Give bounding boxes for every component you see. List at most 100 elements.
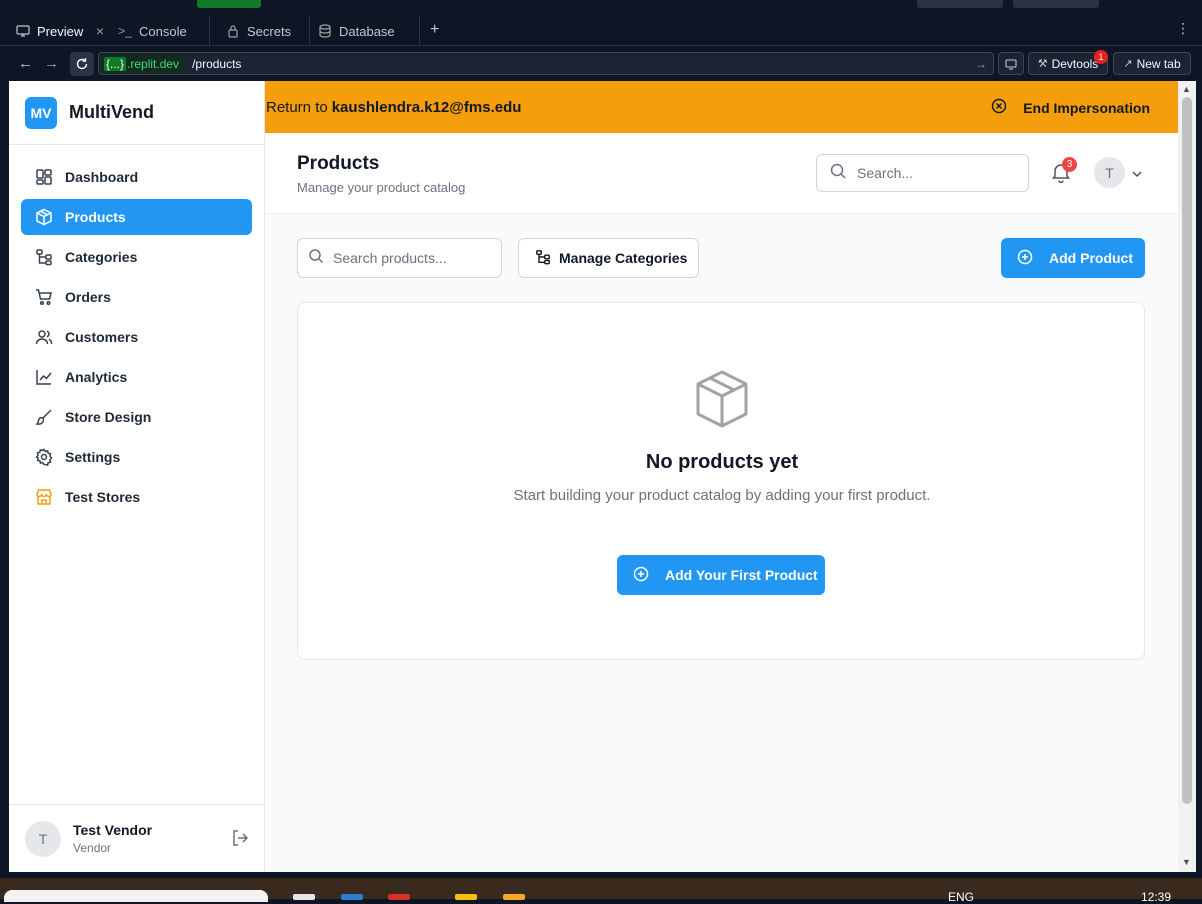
- empty-state-description: Start building your product catalog by a…: [513, 487, 931, 504]
- sidebar-item-orders[interactable]: Orders: [21, 279, 252, 315]
- close-circle-icon: [991, 98, 1007, 117]
- monitor-icon: [16, 24, 30, 38]
- manage-categories-button[interactable]: Manage Categories: [518, 238, 699, 278]
- address-field[interactable]: {...} .replit.dev /products →: [98, 52, 994, 75]
- run-button[interactable]: [197, 0, 261, 8]
- database-icon: [318, 24, 332, 38]
- forward-arrow-icon[interactable]: →: [44, 55, 59, 72]
- more-options-icon[interactable]: ⋮: [1176, 20, 1190, 37]
- dashboard-icon: [35, 168, 53, 186]
- box-icon: [694, 369, 750, 434]
- clock[interactable]: 12:39: [1141, 890, 1171, 904]
- top-pill[interactable]: [917, 0, 1003, 8]
- taskbar-app[interactable]: [455, 894, 477, 900]
- go-arrow-icon[interactable]: →: [975, 57, 987, 71]
- sidebar-item-label: Products: [65, 209, 126, 225]
- sidebar-menu: Dashboard Products Categories Orders Cus…: [9, 145, 264, 515]
- impersonation-banner: Return to kaushlendra.k12@fms.edu End Im…: [265, 81, 1178, 133]
- screen-icon: [1005, 58, 1017, 70]
- url-bar: ← → {...} .replit.dev /products → ⚒ Devto…: [0, 47, 1202, 80]
- sidebar-item-categories[interactable]: Categories: [21, 239, 252, 275]
- category-tree-icon: [35, 248, 53, 266]
- end-impersonation-button[interactable]: End Impersonation: [991, 98, 1150, 117]
- taskbar-search[interactable]: [4, 890, 268, 902]
- store-icon: [35, 488, 53, 506]
- sidebar-item-settings[interactable]: Settings: [21, 439, 252, 475]
- sidebar-item-test-stores[interactable]: Test Stores: [21, 479, 252, 515]
- header-search-input[interactable]: Search...: [816, 154, 1029, 192]
- terminal-icon: >_: [118, 24, 132, 38]
- scroll-down-icon[interactable]: ▼: [1182, 857, 1191, 867]
- brand[interactable]: MV MultiVend: [9, 81, 264, 145]
- scroll-up-icon[interactable]: ▲: [1182, 84, 1191, 94]
- external-link-icon: ↗: [1123, 58, 1133, 70]
- top-pill[interactable]: [1013, 0, 1099, 8]
- user-role: Vendor: [73, 841, 112, 855]
- sidebar-item-label: Categories: [65, 249, 138, 265]
- tab-preview[interactable]: Preview ×: [0, 16, 110, 46]
- avatar[interactable]: T: [25, 820, 61, 857]
- sidebar-item-store-design[interactable]: Store Design: [21, 399, 252, 435]
- search-placeholder: Search...: [857, 165, 914, 181]
- page-subtitle: Manage your product catalog: [297, 180, 466, 195]
- tab-label: Console: [139, 23, 187, 39]
- taskbar: ENG 12:39: [0, 878, 1202, 904]
- close-icon[interactable]: ×: [96, 23, 104, 39]
- tab-database[interactable]: Database: [310, 16, 420, 46]
- sidebar-item-label: Analytics: [65, 369, 128, 385]
- search-icon: [829, 162, 847, 185]
- sidebar-item-label: Dashboard: [65, 169, 139, 185]
- scrollbar[interactable]: ▲ ▼: [1178, 81, 1196, 872]
- language-indicator[interactable]: ENG: [948, 890, 974, 904]
- banner-prefix: Return to: [266, 98, 328, 116]
- notification-badge: 3: [1062, 157, 1077, 172]
- sidebar-item-dashboard[interactable]: Dashboard: [21, 159, 252, 195]
- sidebar-item-customers[interactable]: Customers: [21, 319, 252, 355]
- new-tab-plus-icon[interactable]: +: [430, 21, 439, 39]
- page-title: Products: [297, 153, 380, 174]
- device-button[interactable]: [998, 52, 1024, 75]
- plus-circle-icon: [1017, 249, 1033, 268]
- sidebar-item-products[interactable]: Products: [21, 199, 252, 235]
- taskbar-app[interactable]: [388, 894, 410, 900]
- reload-button[interactable]: [70, 52, 94, 76]
- add-product-button[interactable]: Add Product: [1001, 238, 1145, 278]
- scrollbar-thumb[interactable]: [1182, 97, 1192, 804]
- chevron-down-icon[interactable]: [1131, 167, 1143, 185]
- url-path: /products: [192, 56, 242, 71]
- tab-label: Database: [339, 23, 395, 39]
- manage-categories-label: Manage Categories: [559, 250, 688, 266]
- add-first-product-label: Add Your First Product: [665, 567, 818, 583]
- category-tree-icon: [535, 249, 551, 268]
- tab-secrets[interactable]: Secrets: [210, 16, 310, 46]
- taskbar-app[interactable]: [293, 894, 315, 900]
- header-avatar[interactable]: T: [1094, 157, 1125, 188]
- brand-name: MultiVend: [69, 102, 154, 122]
- product-search-input[interactable]: Search products...: [297, 238, 502, 278]
- lock-icon: [226, 24, 240, 38]
- top-strip: [0, 0, 1202, 16]
- logout-icon[interactable]: [231, 829, 249, 852]
- taskbar-app[interactable]: [341, 894, 363, 900]
- wrench-icon: ⚒: [1037, 58, 1048, 70]
- back-arrow-icon[interactable]: ←: [18, 55, 33, 72]
- tab-console[interactable]: >_ Console: [110, 16, 210, 46]
- taskbar-app[interactable]: [503, 894, 525, 900]
- impersonated-email[interactable]: kaushlendra.k12@fms.edu: [332, 99, 522, 116]
- line-chart-icon: [35, 368, 53, 386]
- user-name: Test Vendor: [73, 822, 153, 838]
- tab-label: Secrets: [247, 23, 292, 39]
- add-first-product-button[interactable]: Add Your First Product: [617, 555, 825, 595]
- new-tab-button[interactable]: ↗ New tab: [1113, 52, 1191, 75]
- app-frame: MV MultiVend Dashboard Products Categori…: [9, 81, 1178, 872]
- devtools-badge: 1: [1094, 50, 1108, 64]
- gear-icon: [35, 448, 53, 466]
- sidebar-item-analytics[interactable]: Analytics: [21, 359, 252, 395]
- users-icon: [35, 328, 53, 346]
- user-profile: T Test Vendor Vendor: [9, 804, 265, 872]
- empty-state-card: No products yet Start building your prod…: [297, 302, 1145, 660]
- url-domain: {...} .replit.dev: [99, 53, 185, 74]
- new-tab-label: New tab: [1136, 56, 1181, 71]
- box-icon: [35, 208, 53, 226]
- add-product-label: Add Product: [1049, 250, 1133, 266]
